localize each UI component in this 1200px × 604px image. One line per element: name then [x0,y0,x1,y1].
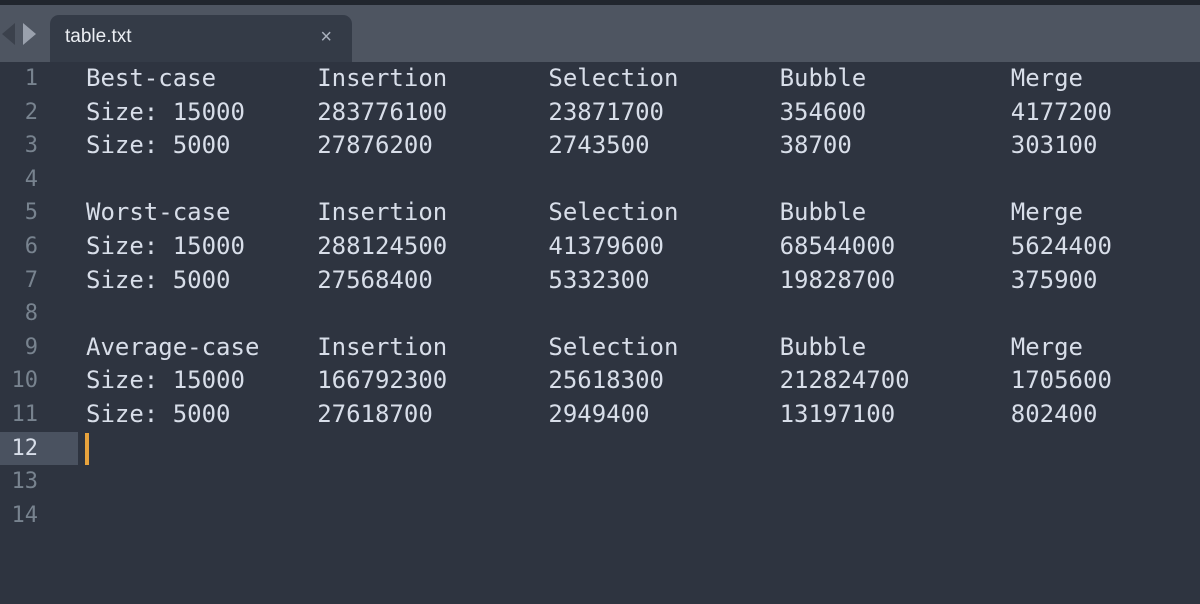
line-number: 10 [11,368,39,394]
line-number: 7 [24,267,38,293]
editor-line[interactable]: 5 Worst-case Insertion Selection Bubble M… [0,196,1200,230]
editor-line[interactable]: 3 Size: 5000 27876200 2743500 38700 30310… [0,129,1200,163]
line-text: Worst-case Insertion Selection Bubble Me… [86,198,1083,227]
line-text: Size: 5000 27568400 5332300 19828700 375… [86,265,1098,294]
tab-table-txt[interactable]: table.txt × [50,15,352,62]
editor-area[interactable]: 1 Best-case Insertion Selection Bubble Me… [0,62,1200,604]
line-number: 4 [24,166,38,192]
line-text: Average-case Insertion Selection Bubble … [86,332,1083,361]
editor-line[interactable]: 14 [0,499,1200,533]
close-icon[interactable]: × [320,27,332,47]
line-number: 6 [24,233,38,259]
line-number: 9 [24,334,38,360]
tab-title-label: table.txt [65,26,132,47]
line-text: Size: 5000 27876200 2743500 38700 303100 [86,131,1098,160]
line-number: 3 [24,133,38,159]
line-number: 14 [11,502,39,528]
editor-line[interactable]: 1 Best-case Insertion Selection Bubble Me… [0,62,1200,96]
line-text: Best-case Insertion Selection Bubble Mer… [86,64,1083,92]
editor-line[interactable]: 10 Size: 15000 166792300 25618300 2128247… [0,364,1200,398]
editor-line[interactable]: 6 Size: 15000 288124500 41379600 68544000… [0,230,1200,264]
line-number: 13 [11,469,39,495]
triangle-right-icon[interactable] [23,23,36,45]
editor-line[interactable]: 7 Size: 5000 27568400 5332300 19828700 37… [0,264,1200,298]
editor-line[interactable]: 9 Average-case Insertion Selection Bubble… [0,331,1200,365]
editor-line[interactable]: 4 [0,163,1200,197]
editor-line[interactable]: 13 [0,465,1200,499]
line-text: Size: 15000 288124500 41379600 68544000 … [86,231,1112,260]
line-text: Size: 15000 283776100 23871700 354600 41… [86,97,1112,126]
editor-line[interactable]: 11 Size: 5000 27618700 2949400 13197100 8… [0,398,1200,432]
line-number: 1 [24,66,38,91]
triangle-left-icon[interactable] [2,23,15,45]
line-text: Size: 15000 166792300 25618300 212824700… [86,366,1112,395]
text-editor-window: table.txt × 1 Best-case Insertion Selecti… [0,0,1200,604]
tab-bar: table.txt × [0,5,1200,62]
line-number: 8 [24,301,38,327]
line-number: 11 [11,401,39,427]
line-text: Size: 5000 27618700 2949400 13197100 802… [86,399,1098,428]
editor-line[interactable]: 8 [0,297,1200,331]
line-number: 2 [24,99,38,125]
editor-lines: 1 Best-case Insertion Selection Bubble Me… [0,62,1200,532]
line-number: 12 [0,431,78,466]
tab-scroll-controls [0,17,50,51]
line-number: 5 [24,200,38,226]
text-cursor [85,432,89,465]
editor-line[interactable]: 2 Size: 15000 283776100 23871700 354600 4… [0,96,1200,130]
editor-line[interactable]: 12 [0,431,1200,466]
